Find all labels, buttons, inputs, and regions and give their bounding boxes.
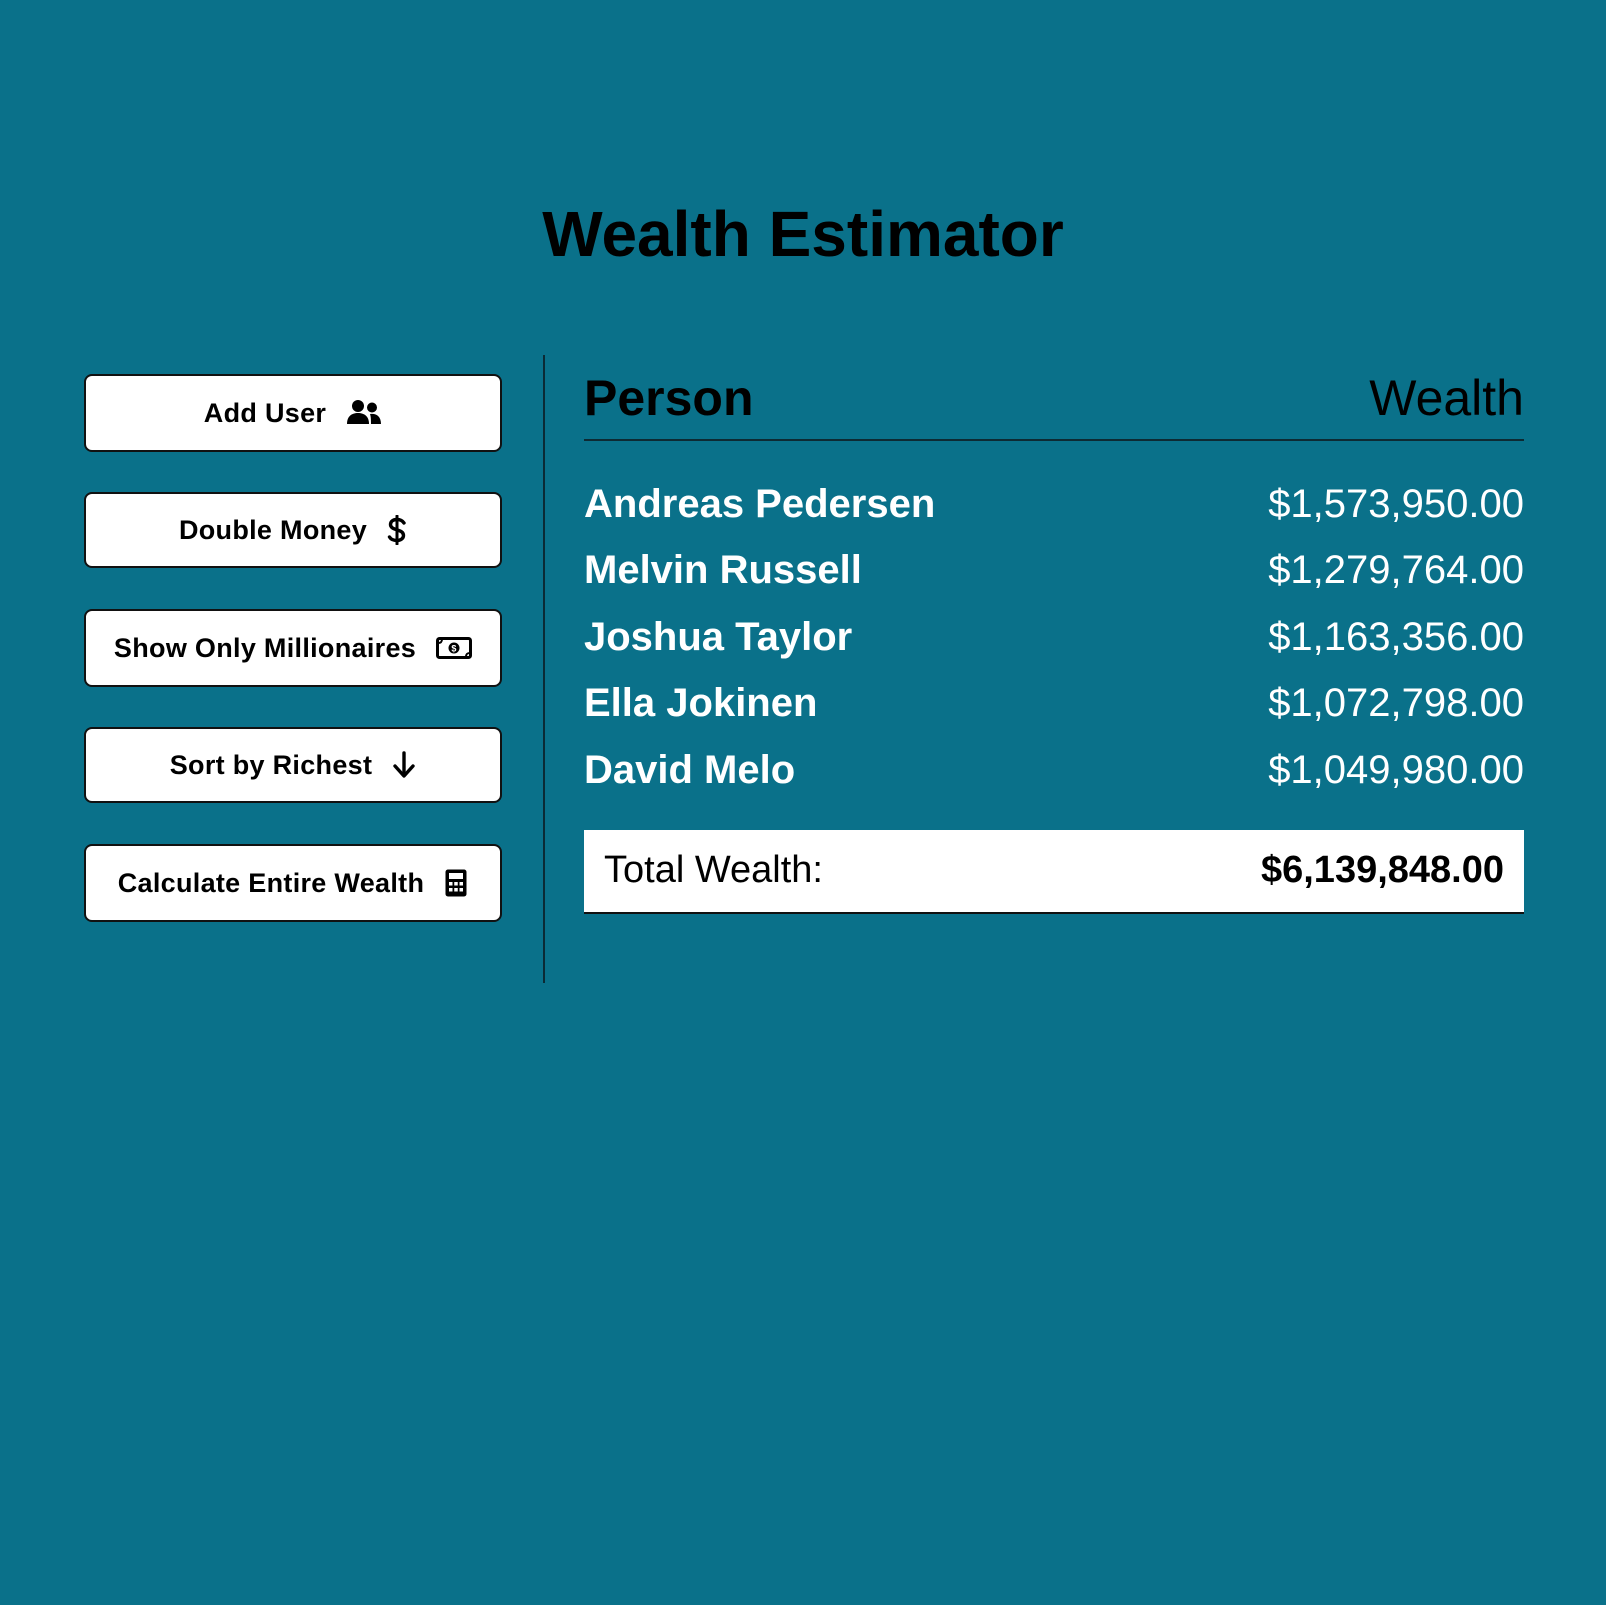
- calculator-icon: [444, 868, 468, 898]
- person-name: Joshua Taylor: [584, 614, 853, 659]
- person-wealth: $1,279,764.00: [1268, 548, 1524, 593]
- person-name: David Melo: [584, 747, 796, 792]
- wealth-table: Person Wealth Andreas Pedersen $1,573,95…: [584, 356, 1524, 914]
- total-wealth-value: $6,139,848.00: [1260, 849, 1504, 891]
- wealth-column-header: Wealth: [1369, 370, 1524, 426]
- page-title: Wealth Estimator: [542, 198, 1064, 270]
- table-row: Andreas Pedersen $1,573,950.00: [584, 471, 1524, 538]
- vertical-divider: [543, 355, 545, 983]
- person-wealth: $1,049,980.00: [1268, 747, 1524, 792]
- show-millionaires-button[interactable]: Show Only Millionaires $: [84, 609, 502, 687]
- calculate-wealth-label: Calculate Entire Wealth: [117, 867, 425, 898]
- dollar-icon: [387, 515, 407, 545]
- sort-richest-label: Sort by Richest: [169, 749, 373, 780]
- sort-richest-button[interactable]: Sort by Richest: [84, 727, 502, 803]
- controls-panel: Add User Double Money Show Only Milliona…: [84, 374, 502, 962]
- double-money-button[interactable]: Double Money: [84, 492, 502, 568]
- show-millionaires-label: Show Only Millionaires: [113, 632, 417, 663]
- table-row: Ella Jokinen $1,072,798.00: [584, 671, 1524, 738]
- money-bill-icon: $: [436, 637, 473, 659]
- person-list: Andreas Pedersen $1,573,950.00 Melvin Ru…: [584, 471, 1524, 804]
- person-name: Melvin Russell: [584, 548, 862, 593]
- person-column-header: Person: [584, 370, 754, 426]
- table-row: Melvin Russell $1,279,764.00: [584, 538, 1524, 605]
- total-wealth-bar: Total Wealth: $6,139,848.00: [584, 829, 1524, 914]
- person-name: Andreas Pedersen: [584, 481, 936, 526]
- add-user-button[interactable]: Add User: [84, 374, 502, 452]
- table-header: Person Wealth: [584, 356, 1524, 441]
- person-wealth: $1,573,950.00: [1268, 481, 1524, 526]
- svg-text:$: $: [451, 644, 456, 654]
- users-icon: [346, 399, 382, 427]
- table-row: Joshua Taylor $1,163,356.00: [584, 604, 1524, 671]
- add-user-label: Add User: [203, 397, 327, 428]
- table-row: David Melo $1,049,980.00: [584, 737, 1524, 804]
- person-name: Ella Jokinen: [584, 681, 818, 726]
- arrow-down-icon: [392, 751, 416, 779]
- person-wealth: $1,072,798.00: [1268, 681, 1524, 726]
- double-money-label: Double Money: [178, 514, 368, 545]
- total-wealth-label: Total Wealth:: [604, 849, 823, 891]
- person-wealth: $1,163,356.00: [1268, 614, 1524, 659]
- calculate-wealth-button[interactable]: Calculate Entire Wealth: [84, 844, 502, 922]
